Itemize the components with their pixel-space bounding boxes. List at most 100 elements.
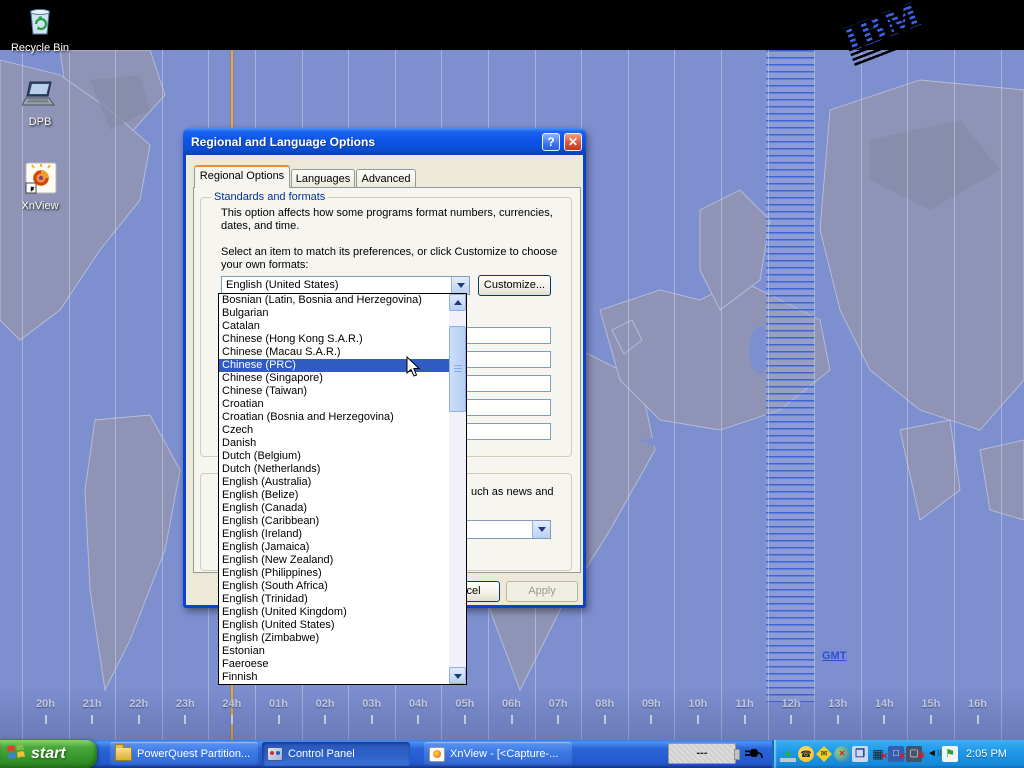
language-option[interactable]: English (New Zealand) <box>219 554 449 567</box>
timezone-label: 15h <box>921 698 940 710</box>
timezone-boundary-line <box>69 50 70 740</box>
language-option[interactable]: Chinese (Taiwan) <box>219 385 449 398</box>
timezone-label: 11h <box>735 698 753 710</box>
safely-remove-icon[interactable]: ▲ <box>780 746 796 762</box>
tab-languages[interactable]: Languages <box>291 169 355 188</box>
language-option[interactable]: English (United States) <box>219 619 449 632</box>
timezone-boundary-line <box>674 50 675 740</box>
language-option[interactable]: Bulgarian <box>219 307 449 320</box>
timezone-boundary-line <box>954 50 955 740</box>
timezone-boundary-line <box>162 50 163 740</box>
language-option[interactable]: English (Philippines) <box>219 567 449 580</box>
group-legend: Standards and formats <box>211 191 328 203</box>
language-option[interactable]: Croatian (Bosnia and Herzegovina) <box>219 411 449 424</box>
laptop-icon <box>22 78 58 112</box>
language-option[interactable]: Estonian <box>219 645 449 658</box>
timezone-label: 24h <box>222 698 241 710</box>
timezone-boundary-line <box>861 50 862 740</box>
desktop-icon-xnview[interactable]: XnView <box>8 162 72 214</box>
taskbar-button-label: PowerQuest Partition... <box>137 748 250 760</box>
desktop-icon-label: Recycle Bin <box>11 42 69 54</box>
location-text-fragment: uch as news and <box>471 486 566 499</box>
language-option[interactable]: English (Belize) <box>219 489 449 502</box>
chevron-down-icon[interactable] <box>451 277 469 294</box>
battery-meter[interactable]: --- <box>668 743 736 764</box>
timezone-tick <box>604 715 606 724</box>
language-option[interactable]: Czech <box>219 424 449 437</box>
language-option[interactable]: Chinese (Hong Kong S.A.R.) <box>219 333 449 346</box>
messenger-icon[interactable]: ☎ <box>798 746 814 762</box>
desktop-icon-dpb[interactable]: DPB <box>8 78 72 130</box>
chevron-down-icon[interactable] <box>532 521 550 538</box>
input-flag-icon[interactable]: ⚑ <box>942 746 958 762</box>
scroll-down-icon[interactable] <box>449 667 466 684</box>
timezone-tick <box>977 715 979 724</box>
language-option[interactable]: English (Zimbabwe) <box>219 632 449 645</box>
tab-regional-options[interactable]: Regional Options <box>194 165 290 188</box>
timezone-boundary-line <box>628 50 629 740</box>
customize-button[interactable]: Customize... <box>478 275 551 296</box>
language-option[interactable]: Finnish <box>219 671 449 684</box>
desktop-icon-recycle-bin[interactable]: Recycle Bin <box>8 4 72 56</box>
language-option[interactable]: English (Ireland) <box>219 528 449 541</box>
language-option[interactable]: English (Jamaica) <box>219 541 449 554</box>
dialog-titlebar[interactable]: Regional and Language Options ? ✕ <box>183 128 586 155</box>
help-button[interactable]: ? <box>542 133 560 151</box>
language-option[interactable]: Dutch (Belgium) <box>219 450 449 463</box>
language-option[interactable]: Danish <box>219 437 449 450</box>
language-option[interactable]: Croatian <box>219 398 449 411</box>
language-option[interactable]: English (Caribbean) <box>219 515 449 528</box>
signal-blocked-icon[interactable]: ▦ <box>870 746 886 762</box>
volume-icon[interactable]: ◄ <box>924 746 940 762</box>
close-button[interactable]: ✕ <box>564 133 582 151</box>
timezone-boundary-line <box>768 50 769 740</box>
tab-advanced[interactable]: Advanced <box>356 169 416 188</box>
taskbar-button-powerquest[interactable]: PowerQuest Partition... <box>110 742 258 766</box>
timezone-label: 20h <box>36 698 55 710</box>
wireless-error-icon[interactable]: ▢ <box>906 746 922 762</box>
antivirus-icon[interactable]: ✕ <box>834 746 850 762</box>
language-option[interactable]: English (United Kingdom) <box>219 606 449 619</box>
language-option[interactable]: Faeroese <box>219 658 449 671</box>
apply-button[interactable]: Apply <box>506 581 578 602</box>
taskbar-button-control-panel[interactable]: Control Panel <box>262 742 410 766</box>
top-banner: IBM <box>0 0 1024 50</box>
taskbar-button-xnview[interactable]: XnView - [<Capture-... <box>424 742 572 766</box>
computer-offline-icon[interactable]: □ <box>888 746 904 762</box>
language-option[interactable]: English (South Africa) <box>219 580 449 593</box>
language-option[interactable]: English (Trinidad) <box>219 593 449 606</box>
language-option[interactable]: Catalan <box>219 320 449 333</box>
timezone-boundary-line <box>22 50 23 740</box>
timezone-tick <box>650 715 652 724</box>
timezone-tick <box>557 715 559 724</box>
timezone-boundary-line <box>907 50 908 740</box>
tray-icons: ▲☎✉✕❐▦□▢◄⚑ <box>780 746 958 762</box>
dialog-title: Regional and Language Options <box>183 135 542 149</box>
clock[interactable]: 2:05 PM <box>966 748 1007 760</box>
timezone-label: 22h <box>129 698 148 710</box>
timezone-tick <box>511 715 513 724</box>
language-option[interactable]: English (Australia) <box>219 476 449 489</box>
timezone-tick <box>45 715 47 724</box>
standards-instruction: Select an item to match its preferences,… <box>221 246 569 272</box>
mail-alert-icon[interactable]: ✉ <box>816 746 832 762</box>
timezone-tick <box>930 715 932 724</box>
timezone-tick <box>371 715 373 724</box>
start-button[interactable]: start <box>0 740 97 768</box>
timezone-label: 09h <box>642 698 661 710</box>
timezone-tick <box>697 715 699 724</box>
timezone-tick <box>417 715 419 724</box>
timezone-tick <box>837 715 839 724</box>
language-option[interactable]: Dutch (Netherlands) <box>219 463 449 476</box>
language-option[interactable]: English (Canada) <box>219 502 449 515</box>
taskbar-button-label: Control Panel <box>288 748 355 760</box>
timezone-tick <box>231 715 233 724</box>
taskbar-button-label: XnView - [<Capture-... <box>450 748 558 760</box>
network-places-icon[interactable]: ❐ <box>852 746 868 762</box>
scrollbar-thumb[interactable] <box>449 326 466 412</box>
language-option[interactable]: Bosnian (Latin, Bosnia and Herzegovina) <box>219 294 449 307</box>
scroll-up-icon[interactable] <box>449 294 466 311</box>
timezone-tick <box>91 715 93 724</box>
list-scrollbar[interactable] <box>449 294 466 684</box>
recycle-bin-icon <box>22 4 58 38</box>
